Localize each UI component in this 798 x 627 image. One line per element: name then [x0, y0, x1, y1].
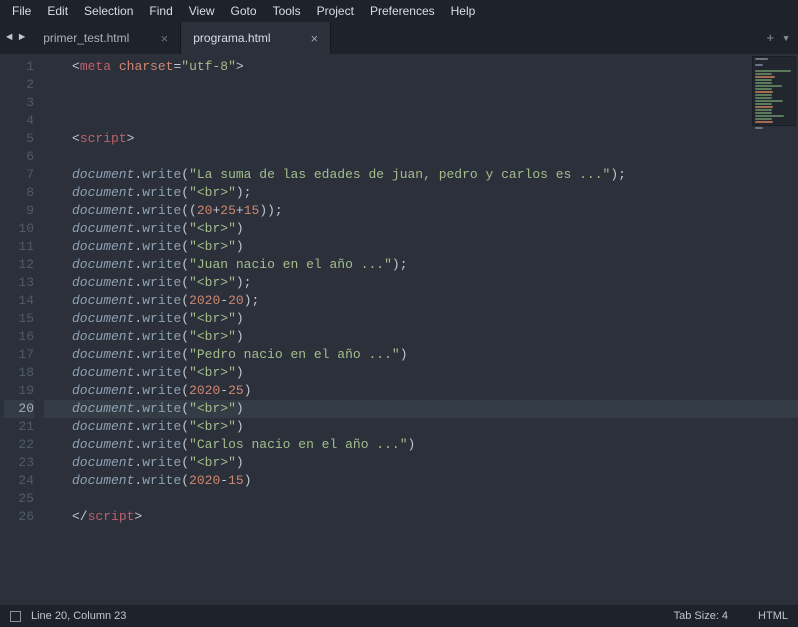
line-number: 5 — [4, 130, 34, 148]
code-line[interactable]: document.write("Carlos nacio en el año .… — [44, 436, 798, 454]
cursor-position[interactable]: Line 20, Column 23 — [31, 610, 126, 622]
code-line[interactable] — [44, 148, 798, 166]
menu-tools[interactable]: Tools — [265, 1, 309, 21]
code-line[interactable] — [44, 76, 798, 94]
code-line[interactable]: document.write(2020-20); — [44, 292, 798, 310]
code-line[interactable]: document.write("<br>"); — [44, 184, 798, 202]
code-line[interactable]: document.write("La suma de las edades de… — [44, 166, 798, 184]
tab-history-nav: ◄ ► — [0, 22, 31, 54]
code-line[interactable]: document.write("<br>") — [44, 220, 798, 238]
line-number: 17 — [4, 346, 34, 364]
code-line[interactable]: <meta charset="utf-8"> — [44, 58, 798, 76]
tab-primer-test[interactable]: primer_test.html × — [31, 22, 181, 54]
line-number: 21 — [4, 418, 34, 436]
code-line[interactable]: document.write("Juan nacio en el año ...… — [44, 256, 798, 274]
code-line[interactable]: document.write("<br>") — [44, 238, 798, 256]
menu-file[interactable]: File — [4, 1, 39, 21]
status-bar: Line 20, Column 23 Tab Size: 4 HTML — [0, 605, 798, 627]
menu-selection[interactable]: Selection — [76, 1, 141, 21]
tab-programa[interactable]: programa.html × — [181, 22, 331, 54]
line-number: 25 — [4, 490, 34, 508]
code-line[interactable]: document.write("<br>") — [44, 400, 798, 418]
line-number: 6 — [4, 148, 34, 166]
code-line[interactable]: document.write("<br>") — [44, 310, 798, 328]
line-number: 1 — [4, 58, 34, 76]
tab-label: primer_test.html — [43, 31, 129, 45]
line-number: 24 — [4, 472, 34, 490]
line-number: 26 — [4, 508, 34, 526]
line-number-gutter: 1234567891011121314151617181920212223242… — [0, 54, 44, 605]
code-line[interactable]: document.write("<br>") — [44, 454, 798, 472]
line-number: 18 — [4, 364, 34, 382]
code-line[interactable]: document.write((20+25+15)); — [44, 202, 798, 220]
menu-bar: File Edit Selection Find View Goto Tools… — [0, 0, 798, 22]
menu-edit[interactable]: Edit — [39, 1, 76, 21]
code-line[interactable]: document.write("<br>") — [44, 418, 798, 436]
menu-goto[interactable]: Goto — [223, 1, 265, 21]
tab-bar: ◄ ► primer_test.html × programa.html × +… — [0, 22, 798, 54]
menu-find[interactable]: Find — [141, 1, 180, 21]
code-line[interactable]: </script> — [44, 508, 798, 526]
code-line[interactable]: document.write(2020-25) — [44, 382, 798, 400]
code-line[interactable] — [44, 490, 798, 508]
line-number: 2 — [4, 76, 34, 94]
editor-area: 1234567891011121314151617181920212223242… — [0, 54, 798, 605]
line-number: 16 — [4, 328, 34, 346]
tab-dropdown-icon[interactable]: ▾ — [782, 31, 790, 46]
code-line[interactable] — [44, 112, 798, 130]
line-number: 10 — [4, 220, 34, 238]
line-number: 20 — [4, 400, 34, 418]
line-number: 11 — [4, 238, 34, 256]
code-line[interactable]: document.write(2020-15) — [44, 472, 798, 490]
menu-project[interactable]: Project — [309, 1, 362, 21]
line-number: 22 — [4, 436, 34, 454]
syntax-setting[interactable]: HTML — [758, 610, 788, 622]
code-line[interactable]: document.write("<br>") — [44, 328, 798, 346]
nav-forward-icon[interactable]: ► — [19, 32, 26, 44]
line-number: 14 — [4, 292, 34, 310]
minimap[interactable] — [752, 56, 796, 126]
menu-preferences[interactable]: Preferences — [362, 1, 443, 21]
close-icon[interactable]: × — [161, 31, 169, 46]
new-tab-icon[interactable]: + — [766, 31, 774, 46]
line-number: 9 — [4, 202, 34, 220]
code-line[interactable]: document.write("<br>") — [44, 364, 798, 382]
line-number: 3 — [4, 94, 34, 112]
line-number: 23 — [4, 454, 34, 472]
line-number: 19 — [4, 382, 34, 400]
line-number: 13 — [4, 274, 34, 292]
line-number: 4 — [4, 112, 34, 130]
line-number: 8 — [4, 184, 34, 202]
code-line[interactable]: document.write("<br>"); — [44, 274, 798, 292]
code-line[interactable] — [44, 94, 798, 112]
line-number: 12 — [4, 256, 34, 274]
tab-size-setting[interactable]: Tab Size: 4 — [674, 610, 728, 622]
nav-back-icon[interactable]: ◄ — [6, 32, 13, 44]
line-number: 7 — [4, 166, 34, 184]
line-number: 15 — [4, 310, 34, 328]
tab-label: programa.html — [193, 31, 270, 45]
panel-switcher-icon[interactable] — [10, 611, 21, 622]
menu-help[interactable]: Help — [443, 1, 484, 21]
code-content[interactable]: <meta charset="utf-8"> <script> document.w… — [44, 54, 798, 605]
close-icon[interactable]: × — [311, 31, 319, 46]
menu-view[interactable]: View — [181, 1, 223, 21]
code-line[interactable]: <script> — [44, 130, 798, 148]
code-line[interactable]: document.write("Pedro nacio en el año ..… — [44, 346, 798, 364]
